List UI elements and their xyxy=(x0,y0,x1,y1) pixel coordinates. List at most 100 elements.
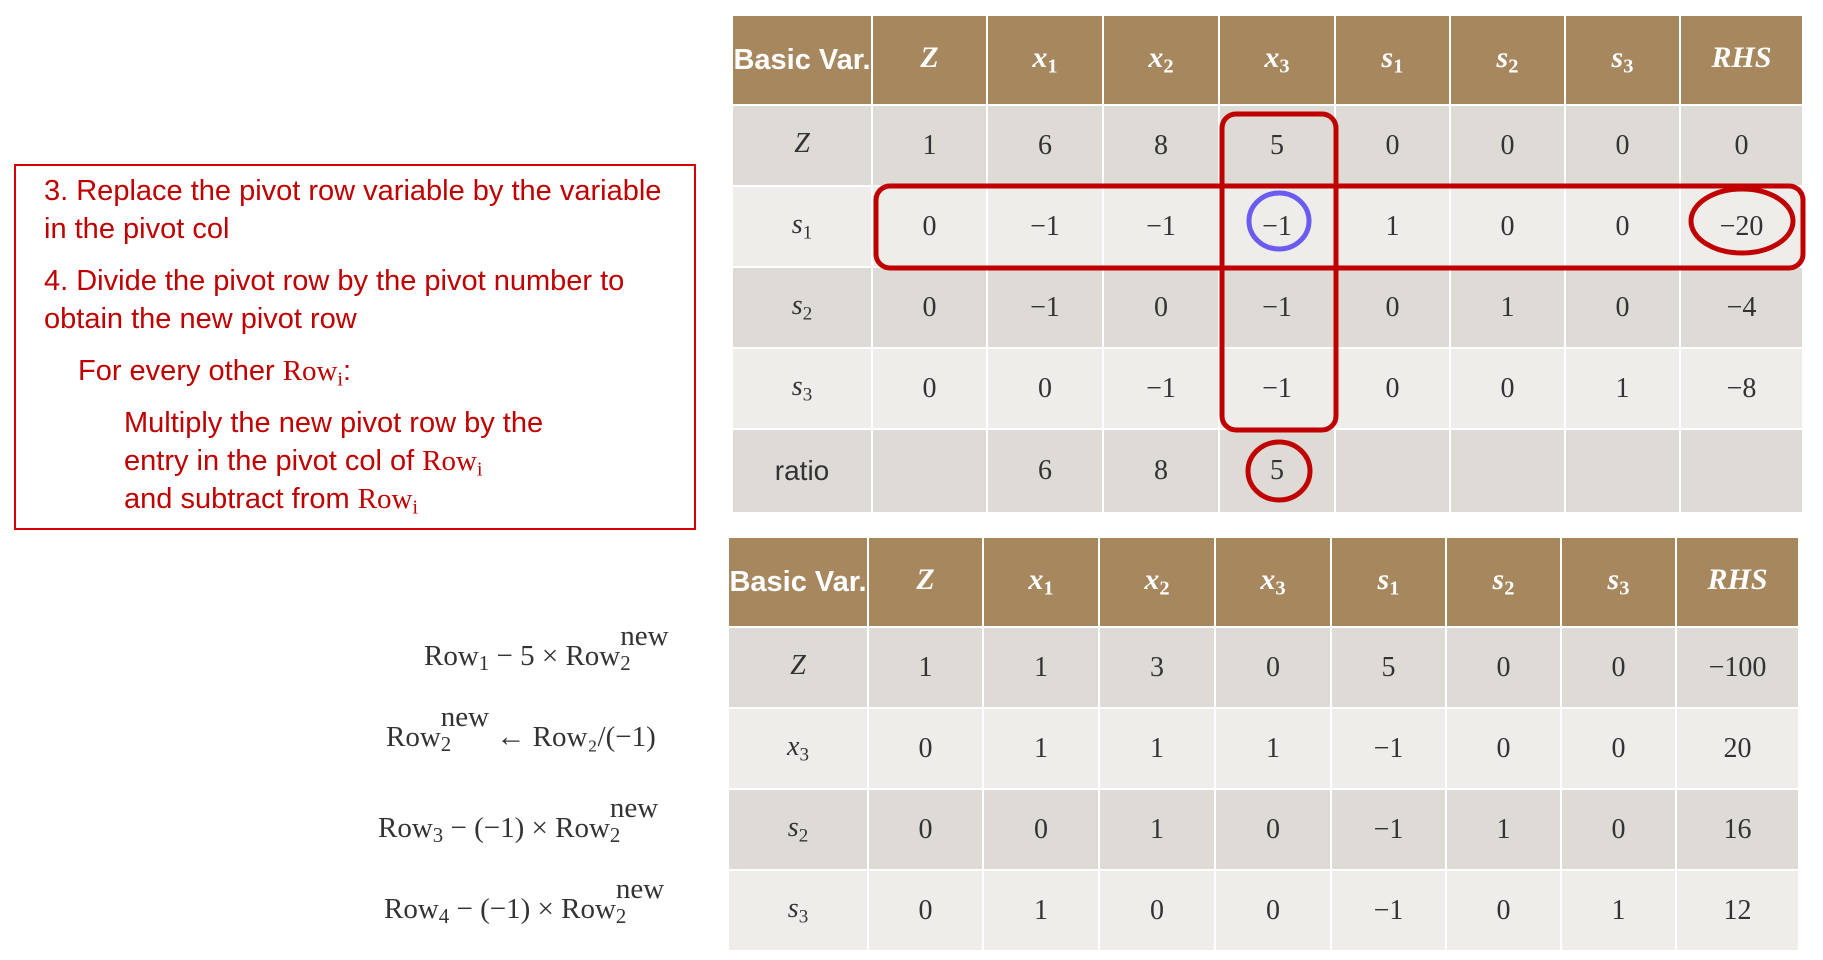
col-header: x2 xyxy=(1098,536,1216,628)
cell: −1 xyxy=(986,185,1104,268)
row-operation-2: Rownew 2 ← Row₂/(−1) xyxy=(386,700,656,757)
cell xyxy=(1564,428,1681,514)
cell: 5 xyxy=(1218,428,1336,514)
cell: 5 xyxy=(1218,104,1336,187)
table-row: Z 1 6 8 5 0 0 0 0 xyxy=(731,104,1804,187)
cell: 0 xyxy=(871,266,988,349)
table-row: s2 0 −1 0 −1 0 1 0 −4 xyxy=(731,266,1804,349)
cell: 20 xyxy=(1675,707,1800,790)
cell: 1 xyxy=(982,707,1100,790)
col-header: s3 xyxy=(1564,14,1681,106)
cell: −1 xyxy=(1330,707,1447,790)
cell: 1 xyxy=(982,626,1100,709)
multiply-line-1: Multiply the new pivot row by the xyxy=(124,407,544,439)
cell: −4 xyxy=(1679,266,1804,349)
cell: −100 xyxy=(1675,626,1800,709)
step-3-text: 3. Replace the pivot row variable by the… xyxy=(44,175,662,245)
col-header: x1 xyxy=(986,14,1104,106)
instruction-box: 3. Replace the pivot row variable by the… xyxy=(14,164,696,530)
cell xyxy=(871,428,988,514)
cell: 1 xyxy=(1214,707,1332,790)
cell: 0 xyxy=(867,869,984,952)
row-operation-3: Row3 − (−1) × Rownew 2 xyxy=(378,791,659,848)
cell: 6 xyxy=(986,104,1104,187)
cell: 1 xyxy=(1449,266,1566,349)
cell: 1 xyxy=(1098,788,1216,871)
cell: 0 xyxy=(1214,788,1332,871)
cell: 1 xyxy=(871,104,988,187)
cell: 0 xyxy=(867,707,984,790)
cell: −1 xyxy=(1218,185,1336,268)
row-var: s2 xyxy=(727,788,869,871)
cell: 1 xyxy=(1564,347,1681,430)
col-header: RHS xyxy=(1679,14,1804,106)
col-header: RHS xyxy=(1675,536,1800,628)
cell: 0 xyxy=(1449,185,1566,268)
for-every-row-text: For every other Rowi: xyxy=(78,355,352,391)
cell xyxy=(1449,428,1566,514)
subtract-line: and subtract from Rowi xyxy=(124,483,418,519)
cell: 0 xyxy=(982,788,1100,871)
cell: −1 xyxy=(1330,869,1447,952)
row-operation-4: Row4 − (−1) × Rownew 2 xyxy=(384,872,665,929)
col-header: x1 xyxy=(982,536,1100,628)
cell: −1 xyxy=(1330,788,1447,871)
basic-var-header: Basic Var. xyxy=(731,14,873,106)
cell xyxy=(1679,428,1804,514)
row-var: s1 xyxy=(731,185,873,268)
cell: 0 xyxy=(986,347,1104,430)
row-var: Z xyxy=(731,104,873,187)
cell: 1 xyxy=(1560,869,1677,952)
cell: −1 xyxy=(1218,266,1336,349)
cell: −8 xyxy=(1679,347,1804,430)
cell: −1 xyxy=(1218,347,1336,430)
basic-var-header: Basic Var. xyxy=(727,536,869,628)
cell: 0 xyxy=(1334,104,1451,187)
col-header: s2 xyxy=(1449,14,1566,106)
col-header: s2 xyxy=(1445,536,1562,628)
cell: 0 xyxy=(1560,788,1677,871)
cell: −1 xyxy=(986,266,1104,349)
cell: 16 xyxy=(1675,788,1800,871)
cell: −20 xyxy=(1679,185,1804,268)
cell: 8 xyxy=(1102,428,1220,514)
col-header: x3 xyxy=(1218,14,1336,106)
table-row: s3 0 1 0 0 −1 0 1 12 xyxy=(727,869,1800,952)
cell: 3 xyxy=(1098,626,1216,709)
col-header: s1 xyxy=(1330,536,1447,628)
col-header: Z xyxy=(871,14,988,106)
header-row: Basic Var. Z x1 x2 x3 s1 s2 s3 RHS xyxy=(731,14,1804,106)
row-var: s3 xyxy=(731,347,873,430)
table-row: Z 1 1 3 0 5 0 0 −100 xyxy=(727,626,1800,709)
cell: 1 xyxy=(1334,185,1451,268)
cell: 0 xyxy=(871,185,988,268)
cell: 0 xyxy=(1445,626,1562,709)
table-row: s2 0 0 1 0 −1 1 0 16 xyxy=(727,788,1800,871)
col-header: Z xyxy=(867,536,984,628)
cell: 8 xyxy=(1102,104,1220,187)
cell: 5 xyxy=(1330,626,1447,709)
ratio-row: ratio 6 8 5 xyxy=(731,428,1804,514)
cell: 0 xyxy=(867,788,984,871)
cell: 0 xyxy=(1560,626,1677,709)
cell: 0 xyxy=(1214,626,1332,709)
cell: 0 xyxy=(1102,266,1220,349)
tableau-after: Basic Var. Z x1 x2 x3 s1 s2 s3 RHS Z 1 1… xyxy=(727,536,1800,952)
cell: 0 xyxy=(1564,104,1681,187)
cell xyxy=(1334,428,1451,514)
table-row: s1 0 −1 −1 −1 1 0 0 −20 xyxy=(731,185,1804,268)
cell: 0 xyxy=(1098,869,1216,952)
row-var: Z xyxy=(727,626,869,709)
cell: 0 xyxy=(1560,707,1677,790)
cell: −1 xyxy=(1102,347,1220,430)
tableau-before: Basic Var. Z x1 x2 x3 s1 s2 s3 RHS Z 1 6… xyxy=(731,14,1804,514)
cell: 1 xyxy=(1445,788,1562,871)
col-header: x2 xyxy=(1102,14,1220,106)
col-header: s3 xyxy=(1560,536,1677,628)
header-row: Basic Var. Z x1 x2 x3 s1 s2 s3 RHS xyxy=(727,536,1800,628)
cell: 0 xyxy=(1445,707,1562,790)
cell: 12 xyxy=(1675,869,1800,952)
cell: 0 xyxy=(1445,869,1562,952)
row-var: x3 xyxy=(727,707,869,790)
cell: 6 xyxy=(986,428,1104,514)
